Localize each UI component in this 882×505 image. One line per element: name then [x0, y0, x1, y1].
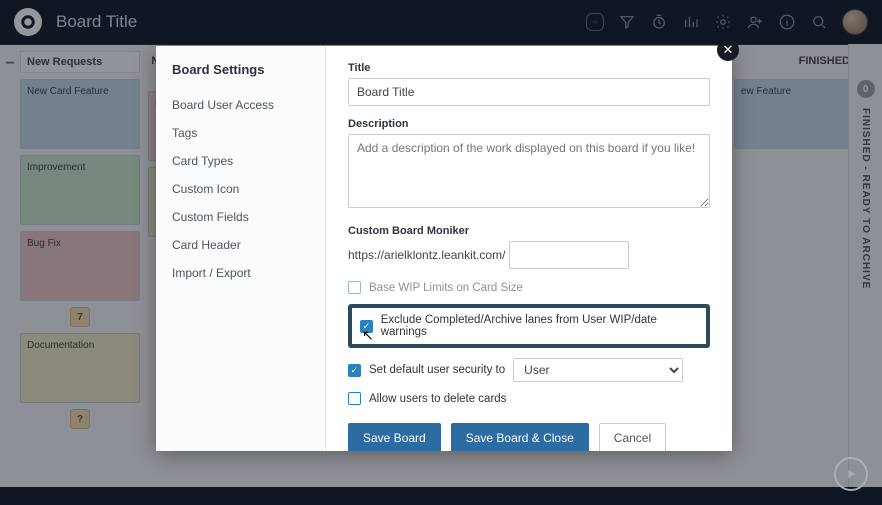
default-security-row: Set default user security to User: [348, 358, 710, 382]
description-input[interactable]: [348, 134, 710, 208]
sidebar-item-custom-icon[interactable]: Custom Icon: [172, 175, 315, 203]
checkbox-exclude-lanes[interactable]: [360, 320, 373, 333]
sidebar-item-import-export[interactable]: Import / Export: [172, 259, 315, 287]
play-icon[interactable]: [834, 457, 868, 491]
modal-sidebar: Board Settings Board User Access Tags Ca…: [156, 46, 326, 451]
sidebar-item-card-types[interactable]: Card Types: [172, 147, 315, 175]
sidebar-item-access[interactable]: Board User Access: [172, 91, 315, 119]
description-label: Description: [348, 118, 710, 130]
wip-size-label: Base WIP Limits on Card Size: [369, 282, 523, 294]
default-security-select[interactable]: User: [513, 358, 683, 382]
checkbox-default-security[interactable]: [348, 364, 361, 377]
modal-heading: Board Settings: [172, 62, 315, 77]
sidebar-item-card-header[interactable]: Card Header: [172, 231, 315, 259]
exclude-label: Exclude Completed/Archive lanes from Use…: [381, 314, 698, 338]
checkbox-wip-size[interactable]: [348, 281, 361, 294]
modal-body: Title Description Custom Board Moniker h…: [326, 46, 732, 451]
save-button[interactable]: Save Board: [348, 423, 441, 451]
exclude-row[interactable]: Exclude Completed/Archive lanes from Use…: [360, 314, 698, 338]
sidebar-item-custom-fields[interactable]: Custom Fields: [172, 203, 315, 231]
sidebar-item-tags[interactable]: Tags: [172, 119, 315, 147]
highlighted-option: Exclude Completed/Archive lanes from Use…: [348, 304, 710, 348]
board-settings-modal: ✕ Board Settings Board User Access Tags …: [156, 46, 732, 451]
moniker-input[interactable]: [509, 241, 629, 269]
title-input[interactable]: [348, 78, 710, 106]
allow-delete-row[interactable]: Allow users to delete cards: [348, 392, 710, 405]
wip-size-row[interactable]: Base WIP Limits on Card Size: [348, 281, 710, 294]
cancel-button[interactable]: Cancel: [599, 423, 666, 451]
close-icon[interactable]: ✕: [717, 39, 739, 61]
save-close-button[interactable]: Save Board & Close: [451, 423, 589, 451]
allow-delete-label: Allow users to delete cards: [369, 393, 506, 405]
default-security-label: Set default user security to: [369, 364, 505, 376]
moniker-prefix: https://arielklontz.leankit.com/: [348, 248, 505, 262]
moniker-label: Custom Board Moniker: [348, 225, 710, 237]
title-label: Title: [348, 62, 710, 74]
checkbox-allow-delete[interactable]: [348, 392, 361, 405]
